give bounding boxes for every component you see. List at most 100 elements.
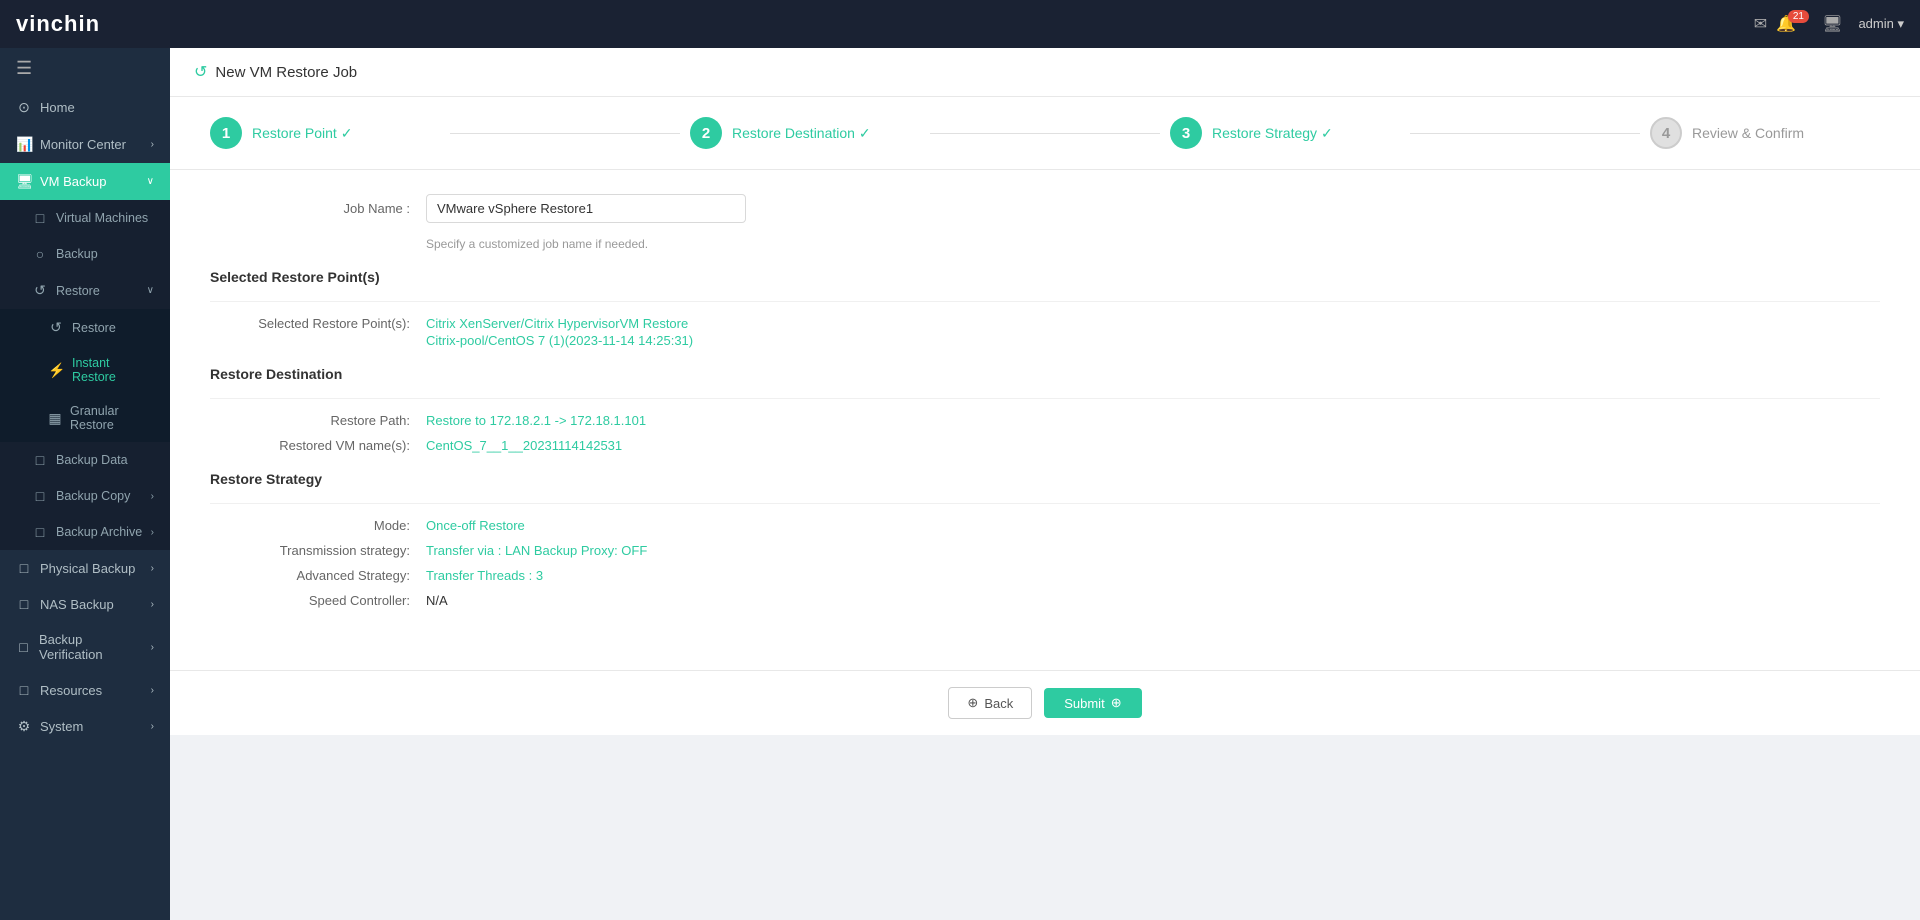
chevron-right-icon6: › — [151, 642, 154, 653]
sidebar-submenu-vm-backup: □ Virtual Machines ○ Backup ↺ Restore ∨ … — [0, 200, 170, 550]
sidebar-item-monitor-center[interactable]: 📊 Monitor Center › — [0, 126, 170, 163]
sidebar-item-resources[interactable]: □ Resources › — [0, 672, 170, 708]
page-refresh-icon[interactable]: ↺ — [194, 62, 207, 82]
sidebar-item-granular-restore[interactable]: ▦ Granular Restore — [0, 394, 170, 442]
navbar: vinchin ✉ 🔔21 🖥 admin ▾ — [0, 0, 1920, 48]
mode-value: Once-off Restore — [426, 518, 525, 533]
home-icon: ⊙ — [16, 99, 32, 116]
instant-restore-icon: ⚡ — [48, 362, 64, 379]
sidebar-label-physical-backup: Physical Backup — [40, 561, 135, 576]
restored-vm-row: Restored VM name(s): CentOS_7__1__202311… — [210, 438, 1880, 453]
sidebar-item-vm-backup[interactable]: 🖥 VM Backup ∨ — [0, 163, 170, 200]
chevron-right-icon8: › — [151, 721, 154, 732]
job-name-hint: Specify a customized job name if needed. — [426, 237, 1880, 251]
chevron-right-icon7: › — [151, 685, 154, 696]
speed-value: N/A — [426, 593, 448, 608]
sidebar-label-nas-backup: NAS Backup — [40, 597, 114, 612]
transmission-row: Transmission strategy: Transfer via : LA… — [210, 543, 1880, 558]
restore-point-line2: Citrix-pool/CentOS 7 (1)(2023-11-14 14:2… — [426, 333, 693, 348]
sidebar-item-backup-copy[interactable]: □ Backup Copy › — [0, 478, 170, 514]
wizard-step-4: 4 Review & Confirm — [1650, 117, 1880, 149]
step-divider-3 — [1410, 133, 1640, 134]
form-footer: ⊕ Back Submit ⊕ — [170, 670, 1920, 735]
page-header: ↺ New VM Restore Job — [170, 48, 1920, 97]
chevron-right-icon2: › — [151, 491, 154, 502]
chevron-right-icon: › — [151, 139, 154, 150]
chevron-right-icon5: › — [151, 599, 154, 610]
back-label: Back — [984, 696, 1013, 711]
backup-verification-icon: □ — [16, 639, 31, 655]
sidebar-toggle[interactable]: ☰ — [0, 48, 170, 89]
sidebar-label-granular-restore: Granular Restore — [70, 404, 154, 432]
speed-label: Speed Controller: — [210, 593, 410, 608]
backup-copy-icon: □ — [32, 488, 48, 504]
restore-destination-section-title: Restore Destination — [210, 366, 1880, 388]
backup-archive-icon: □ — [32, 524, 48, 540]
advanced-value: Transfer Threads : 3 — [426, 568, 543, 583]
transmission-label: Transmission strategy: — [210, 543, 410, 558]
sidebar-item-backup[interactable]: ○ Backup — [0, 236, 170, 272]
step-label-2: Restore Destination ✓ — [732, 125, 871, 142]
main-content: ↺ New VM Restore Job 1 Restore Point ✓ 2… — [170, 48, 1920, 920]
submit-button[interactable]: Submit ⊕ — [1044, 688, 1141, 718]
app-body: ☰ ⊙ Home 📊 Monitor Center › 🖥 VM Backup … — [0, 48, 1920, 920]
page-title: New VM Restore Job — [215, 64, 357, 81]
submit-label: Submit — [1064, 696, 1104, 711]
form-content: Job Name : Specify a customized job name… — [170, 170, 1920, 670]
sidebar: ☰ ⊙ Home 📊 Monitor Center › 🖥 VM Backup … — [0, 48, 170, 920]
submit-arrow-icon: ⊕ — [1111, 695, 1122, 711]
monitor-icon[interactable]: 🖥 — [1822, 14, 1842, 34]
physical-backup-icon: □ — [16, 560, 32, 576]
admin-menu[interactable]: admin ▾ — [1858, 16, 1904, 32]
sidebar-item-backup-archive[interactable]: □ Backup Archive › — [0, 514, 170, 550]
job-name-input[interactable] — [426, 194, 746, 223]
chevron-right-icon4: › — [151, 563, 154, 574]
step-divider-2 — [930, 133, 1160, 134]
sidebar-label-backup-data: Backup Data — [56, 453, 128, 467]
sidebar-item-virtual-machines[interactable]: □ Virtual Machines — [0, 200, 170, 236]
sidebar-item-backup-verification[interactable]: □ Backup Verification › — [0, 622, 170, 672]
sidebar-item-system[interactable]: ⚙ System › — [0, 708, 170, 745]
step-label-3: Restore Strategy ✓ — [1212, 125, 1333, 142]
restore-path-value: Restore to 172.18.2.1 -> 172.18.1.101 — [426, 413, 646, 428]
step-circle-4: 4 — [1650, 117, 1682, 149]
restored-vm-value: CentOS_7__1__20231114142531 — [426, 438, 622, 453]
restore-points-label: Selected Restore Point(s): — [210, 316, 410, 348]
sidebar-label-restore-sub: Restore — [72, 321, 116, 335]
advanced-label: Advanced Strategy: — [210, 568, 410, 583]
sidebar-label-home: Home — [40, 100, 75, 115]
wizard-step-3: 3 Restore Strategy ✓ — [1170, 117, 1400, 149]
step-divider-1 — [450, 133, 680, 134]
step-circle-1: 1 — [210, 117, 242, 149]
sidebar-label-system: System — [40, 719, 83, 734]
step-label-4: Review & Confirm — [1692, 125, 1804, 141]
restore-point-line1: Citrix XenServer/Citrix HypervisorVM Res… — [426, 316, 693, 331]
restore-points-value: Citrix XenServer/Citrix HypervisorVM Res… — [426, 316, 693, 348]
sidebar-label-backup-copy: Backup Copy — [56, 489, 130, 503]
sidebar-item-physical-backup[interactable]: □ Physical Backup › — [0, 550, 170, 586]
nas-backup-icon: □ — [16, 596, 32, 612]
restore-icon: ↺ — [32, 282, 48, 299]
brand-chin: chin — [51, 11, 100, 36]
sidebar-item-restore[interactable]: ↺ Restore ∨ — [0, 272, 170, 309]
sidebar-item-instant-restore[interactable]: ⚡ Instant Restore — [0, 346, 170, 394]
sidebar-label-restore: Restore — [56, 284, 100, 298]
sidebar-item-backup-data[interactable]: □ Backup Data — [0, 442, 170, 478]
sidebar-item-restore-sub[interactable]: ↺ Restore — [0, 309, 170, 346]
mode-label: Mode: — [210, 518, 410, 533]
chevron-down-icon: ∨ — [147, 176, 154, 187]
messages-icon[interactable]: ✉ — [1750, 14, 1770, 34]
step-circle-2: 2 — [690, 117, 722, 149]
sidebar-item-nas-backup[interactable]: □ NAS Backup › — [0, 586, 170, 622]
sidebar-item-home[interactable]: ⊙ Home — [0, 89, 170, 126]
back-button[interactable]: ⊕ Back — [948, 687, 1032, 719]
virtual-machines-icon: □ — [32, 210, 48, 226]
notifications-icon[interactable]: 🔔21 — [1786, 14, 1806, 34]
restore-points-row: Selected Restore Point(s): Citrix XenSer… — [210, 316, 1880, 348]
sidebar-label-vm-backup: VM Backup — [40, 174, 106, 189]
job-name-row: Job Name : — [210, 194, 1880, 223]
restore-path-label: Restore Path: — [210, 413, 410, 428]
job-name-label: Job Name : — [210, 201, 410, 216]
chevron-down-icon2: ∨ — [147, 285, 154, 296]
sidebar-label-resources: Resources — [40, 683, 102, 698]
